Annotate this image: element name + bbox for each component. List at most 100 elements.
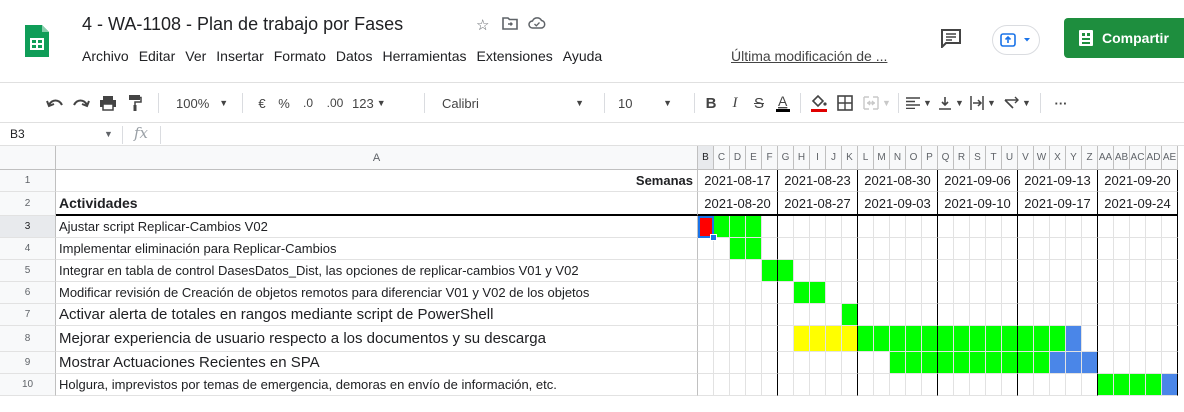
gantt-cell[interactable] — [842, 282, 858, 304]
cloud-saved-icon[interactable] — [528, 16, 546, 34]
gantt-cell[interactable] — [1082, 238, 1098, 260]
gantt-cell[interactable] — [1130, 352, 1146, 374]
week-start-date[interactable]: 2021-09-13 — [1018, 170, 1098, 192]
week-end-date[interactable]: 2021-08-27 — [778, 192, 858, 216]
gantt-cell[interactable] — [1018, 238, 1034, 260]
gantt-cell[interactable] — [1114, 260, 1130, 282]
horizontal-align-icon[interactable]: ▼ — [904, 91, 934, 115]
gantt-cell[interactable] — [826, 260, 842, 282]
column-header-r[interactable]: R — [954, 146, 970, 170]
gantt-cell[interactable] — [874, 374, 890, 396]
gantt-cell[interactable] — [1082, 260, 1098, 282]
gantt-bar-green[interactable] — [1034, 352, 1050, 374]
gantt-cell[interactable] — [874, 216, 890, 238]
currency-format-button[interactable]: € — [254, 91, 270, 115]
gantt-cell[interactable] — [858, 282, 874, 304]
gantt-cell[interactable] — [906, 282, 922, 304]
gantt-cell[interactable] — [746, 260, 762, 282]
sheets-logo-icon[interactable] — [23, 23, 51, 59]
row-number[interactable]: 6 — [0, 282, 56, 304]
gantt-cell[interactable] — [1130, 238, 1146, 260]
gantt-cell[interactable] — [1162, 238, 1178, 260]
gantt-cell[interactable] — [762, 374, 778, 396]
gantt-cell[interactable] — [938, 260, 954, 282]
gantt-cell[interactable] — [1146, 282, 1162, 304]
column-header-v[interactable]: V — [1018, 146, 1034, 170]
gantt-cell[interactable] — [730, 304, 746, 326]
gantt-cell[interactable] — [1162, 216, 1178, 238]
gantt-cell[interactable] — [1146, 238, 1162, 260]
gantt-cell[interactable] — [1082, 374, 1098, 396]
gantt-cell[interactable] — [778, 304, 794, 326]
gantt-cell[interactable] — [1098, 282, 1114, 304]
gantt-cell[interactable] — [986, 238, 1002, 260]
merge-cells-icon[interactable]: ▼ — [860, 91, 894, 115]
gantt-cell[interactable] — [1018, 374, 1034, 396]
gantt-bar-yellow[interactable] — [794, 326, 810, 352]
gantt-cell[interactable] — [874, 260, 890, 282]
gantt-cell[interactable] — [1034, 238, 1050, 260]
gantt-bar-green[interactable] — [986, 326, 1002, 352]
gantt-cell[interactable] — [906, 304, 922, 326]
gantt-cell[interactable] — [746, 374, 762, 396]
gantt-cell[interactable] — [778, 326, 794, 352]
gantt-cell[interactable] — [1050, 260, 1066, 282]
gantt-cell[interactable] — [730, 326, 746, 352]
select-all-corner[interactable] — [0, 146, 56, 170]
activity-cell[interactable]: Integrar en tabla de control DasesDatos_… — [56, 260, 698, 282]
gantt-cell[interactable] — [778, 216, 794, 238]
gantt-cell[interactable] — [1114, 326, 1130, 352]
semanas-label[interactable]: Semanas — [56, 170, 698, 192]
gantt-bar-green[interactable] — [1114, 374, 1130, 396]
column-header-f[interactable]: F — [762, 146, 778, 170]
gantt-cell[interactable] — [762, 238, 778, 260]
gantt-bar-green[interactable] — [746, 238, 762, 260]
gantt-cell[interactable] — [698, 352, 714, 374]
gantt-cell[interactable] — [922, 216, 938, 238]
gantt-cell[interactable] — [826, 304, 842, 326]
gantt-cell[interactable] — [1034, 282, 1050, 304]
row-number[interactable]: 7 — [0, 304, 56, 326]
fill-handle[interactable] — [710, 234, 717, 241]
gantt-cell[interactable] — [778, 352, 794, 374]
gantt-cell[interactable] — [1162, 260, 1178, 282]
gantt-cell[interactable] — [762, 282, 778, 304]
share-button[interactable]: Compartir — [1064, 18, 1184, 58]
gantt-cell[interactable] — [922, 374, 938, 396]
row-number[interactable]: 1 — [0, 170, 56, 192]
gantt-bar-green[interactable] — [762, 260, 778, 282]
gantt-cell[interactable] — [1082, 304, 1098, 326]
gantt-bar-green[interactable] — [1050, 326, 1066, 352]
gantt-cell[interactable] — [1114, 282, 1130, 304]
gantt-bar-green[interactable] — [794, 282, 810, 304]
column-header-aa[interactable]: AA — [1098, 146, 1114, 170]
actividades-header[interactable]: Actividades — [56, 192, 698, 216]
week-end-date[interactable]: 2021-09-03 — [858, 192, 938, 216]
gantt-bar-green[interactable] — [1098, 374, 1114, 396]
gantt-cell[interactable] — [1098, 326, 1114, 352]
gantt-cell[interactable] — [954, 282, 970, 304]
gantt-cell[interactable] — [746, 352, 762, 374]
week-end-date[interactable]: 2021-09-24 — [1098, 192, 1178, 216]
gantt-cell[interactable] — [810, 216, 826, 238]
gantt-cell[interactable] — [714, 260, 730, 282]
column-header-j[interactable]: J — [826, 146, 842, 170]
gantt-bar-green[interactable] — [858, 326, 874, 352]
activity-cell[interactable]: Holgura, imprevistos por temas de emerge… — [56, 374, 698, 396]
column-header-s[interactable]: S — [970, 146, 986, 170]
column-header-m[interactable]: M — [874, 146, 890, 170]
row-number[interactable]: 10 — [0, 374, 56, 396]
column-header-e[interactable]: E — [746, 146, 762, 170]
gantt-cell[interactable] — [778, 238, 794, 260]
gantt-cell[interactable] — [1002, 304, 1018, 326]
gantt-cell[interactable] — [890, 238, 906, 260]
activity-cell[interactable]: Activar alerta de totales en rangos medi… — [56, 304, 698, 326]
gantt-cell[interactable] — [874, 238, 890, 260]
gantt-cell[interactable] — [922, 238, 938, 260]
gantt-cell[interactable] — [874, 352, 890, 374]
gantt-cell[interactable] — [1098, 238, 1114, 260]
row-number[interactable]: 3 — [0, 216, 56, 238]
gantt-cell[interactable] — [746, 326, 762, 352]
gantt-cell[interactable] — [810, 374, 826, 396]
gantt-cell[interactable] — [1034, 216, 1050, 238]
